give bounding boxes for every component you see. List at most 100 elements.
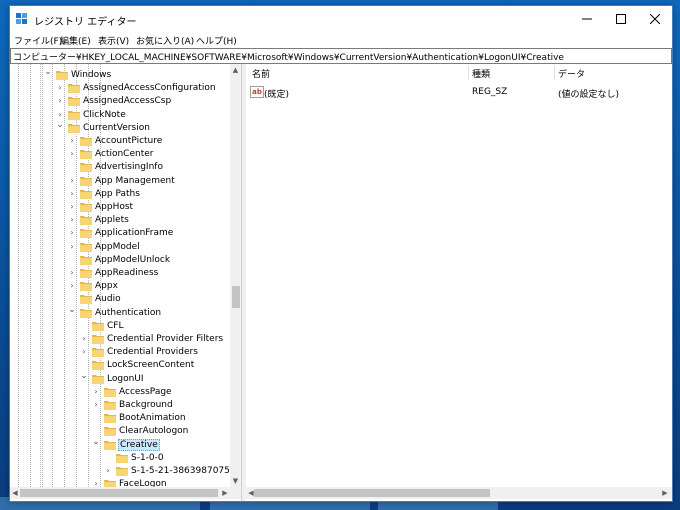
scroll-down-arrow-icon[interactable]: ▼ [230, 475, 241, 487]
tree-node[interactable]: › ClickNote [56, 109, 241, 122]
chevron-right-icon[interactable]: › [56, 96, 64, 106]
chevron-right-icon[interactable]: › [68, 268, 76, 278]
tree-node[interactable]: AdvertisingInfo [68, 161, 241, 174]
tree-vertical-scroll-thumb[interactable] [232, 286, 240, 308]
tree-node[interactable]: ⌄ Creative [92, 437, 241, 452]
chevron-down-icon[interactable]: ⌄ [80, 371, 88, 381]
tree-node-label: CurrentVersion [83, 122, 150, 133]
tree-node[interactable]: Audio [68, 293, 241, 306]
tree-node[interactable]: › App Paths [68, 188, 241, 201]
menu-edit[interactable]: 編集(E) [60, 34, 91, 47]
tree-node-label: Credential Providers [107, 347, 198, 358]
value-row[interactable]: ab (既定) REG_SZ (値の設定なし) [246, 86, 672, 100]
tree-node-label: App Paths [95, 188, 140, 199]
menu-view[interactable]: 表示(V) [98, 34, 129, 47]
chevron-right-icon[interactable]: › [68, 242, 76, 252]
folder-icon [80, 203, 92, 212]
chevron-right-icon[interactable]: › [68, 228, 76, 238]
tree-node[interactable]: ⌄ LogonUI [80, 371, 241, 386]
tree-node[interactable]: › Background [92, 399, 241, 412]
tree-node[interactable]: › Credential Providers [80, 346, 241, 359]
address-bar[interactable]: コンピューター¥HKEY_LOCAL_MACHINE¥SOFTWARE¥Micr… [10, 48, 672, 64]
column-divider[interactable] [554, 66, 555, 80]
column-header-data[interactable]: データ [558, 67, 585, 80]
tree-node[interactable]: ClearAutologon [92, 425, 241, 438]
tree-node-label: Appx [95, 281, 118, 292]
tree-node[interactable]: › AppHost [68, 201, 241, 214]
column-header-name[interactable]: 名前 [252, 67, 270, 80]
folder-icon [80, 255, 92, 265]
chevron-right-icon[interactable]: › [68, 136, 76, 146]
tree-horizontal-scrollbar[interactable]: ◀ ▶ [10, 487, 241, 499]
tree-guide-line [30, 64, 31, 487]
tree-node[interactable]: AppModelUnlock [68, 254, 241, 267]
tree-horizontal-scroll-thumb[interactable] [20, 489, 218, 497]
folder-icon [92, 348, 104, 358]
chevron-right-icon[interactable]: › [104, 466, 112, 476]
chevron-down-icon[interactable]: ⌄ [44, 67, 52, 77]
chevron-right-icon[interactable]: › [92, 479, 100, 487]
tree-node[interactable]: › ActionCenter [68, 148, 241, 161]
scroll-right-arrow-icon[interactable]: ▶ [660, 487, 670, 499]
tree-node[interactable]: S-1-0-0 [104, 452, 241, 465]
tree-node[interactable]: › AppReadiness [68, 267, 241, 280]
menu-file[interactable]: ファイル(F) [14, 34, 62, 47]
menu-favorites[interactable]: お気に入り(A) [136, 34, 194, 47]
tree-vertical-scrollbar[interactable]: ▲ ▼ [230, 64, 241, 487]
tree-node-label: AppModel [95, 241, 140, 252]
tree-node[interactable]: › Applets [68, 214, 241, 227]
tree-node[interactable]: › AccessPage [92, 386, 241, 399]
scroll-up-arrow-icon[interactable]: ▲ [230, 64, 241, 76]
tree-node[interactable]: › FaceLogon [92, 478, 241, 487]
chevron-right-icon[interactable]: › [68, 189, 76, 199]
tree-node[interactable]: › S-1-5-21-3863987075 [104, 465, 241, 478]
tree-node[interactable]: › AssignedAccessConfiguration [56, 82, 241, 95]
tree-node[interactable]: CFL [80, 320, 241, 333]
scroll-left-arrow-icon[interactable]: ◀ [10, 487, 20, 499]
tree-node-label: LockScreenContent [107, 360, 195, 371]
folder-open-icon [92, 374, 104, 384]
chevron-down-icon[interactable]: ⌄ [92, 437, 100, 447]
chevron-right-icon[interactable]: › [68, 202, 76, 212]
chevron-right-icon[interactable]: › [68, 215, 76, 225]
tree-node[interactable]: › AssignedAccessCsp [56, 95, 241, 108]
tree-node[interactable]: › AccountPicture [68, 135, 241, 148]
title-bar[interactable]: レジストリ エディター [10, 6, 672, 32]
column-divider[interactable] [468, 66, 469, 80]
chevron-right-icon[interactable]: › [80, 334, 88, 344]
tree-guide-line [40, 64, 41, 487]
tree-node[interactable]: › App Management [68, 175, 241, 188]
tree-node[interactable]: › Credential Provider Filters [80, 333, 241, 346]
chevron-right-icon[interactable]: › [92, 400, 100, 410]
minimize-button[interactable] [570, 6, 604, 32]
tree-node[interactable]: › AppModel [68, 241, 241, 254]
tree-node[interactable]: LockScreenContent [80, 359, 241, 372]
chevron-right-icon[interactable]: › [92, 387, 100, 397]
list-horizontal-scroll-thumb[interactable] [254, 489, 490, 497]
column-header-type[interactable]: 種類 [472, 67, 490, 80]
chevron-right-icon[interactable]: › [68, 176, 76, 186]
tree-node[interactable]: ⌄ CurrentVersion [56, 120, 241, 135]
folder-icon [80, 163, 92, 173]
chevron-down-icon[interactable]: ⌄ [56, 120, 64, 130]
chevron-right-icon[interactable]: › [68, 281, 76, 291]
tree-node[interactable]: › Appx [68, 280, 241, 293]
tree-node[interactable]: ⌄ Windows [44, 67, 241, 82]
menu-help[interactable]: ヘルプ(H) [196, 34, 237, 47]
chevron-right-icon[interactable]: › [56, 110, 64, 120]
folder-icon [104, 480, 116, 487]
scroll-right-arrow-icon[interactable]: ▶ [220, 487, 230, 499]
close-button[interactable] [638, 6, 672, 32]
chevron-right-icon[interactable]: › [68, 149, 76, 159]
tree-node-label: AdvertisingInfo [95, 162, 163, 173]
list-horizontal-scrollbar[interactable]: ◀ ▶ [246, 487, 672, 499]
tree-node[interactable]: ⌄ Authentication [68, 305, 241, 320]
chevron-right-icon[interactable]: › [80, 347, 88, 357]
tree-node[interactable]: BootAnimation [92, 412, 241, 425]
registry-editor-icon [16, 13, 27, 24]
chevron-down-icon[interactable]: ⌄ [68, 305, 76, 315]
tree-node-label: Applets [95, 215, 129, 226]
chevron-right-icon[interactable]: › [56, 83, 64, 93]
maximize-button[interactable] [604, 6, 638, 32]
tree-node[interactable]: › ApplicationFrame [68, 227, 241, 240]
